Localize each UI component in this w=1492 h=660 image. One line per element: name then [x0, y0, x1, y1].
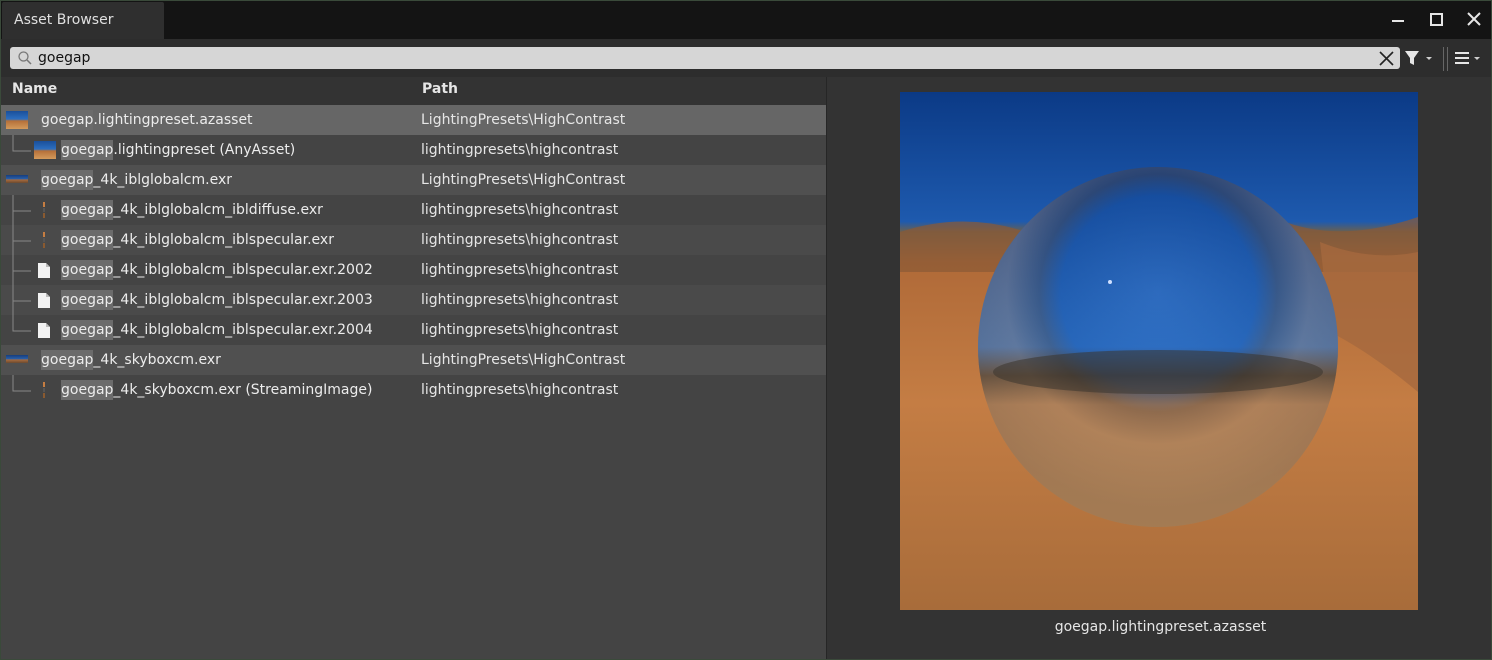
- list-item[interactable]: goegap_4k_iblglobalcm_iblspecular.exr.20…: [1, 315, 826, 345]
- toolbar-separator: [1447, 47, 1448, 71]
- name-column-header[interactable]: Name: [12, 81, 57, 97]
- item-path: lightingpresets\highcontrast: [421, 202, 619, 218]
- item-name: goegap_4k_iblglobalcm.exr: [41, 170, 232, 190]
- item-path: lightingpresets\highcontrast: [421, 382, 619, 398]
- image-thumbnail-icon: [34, 141, 56, 159]
- item-name: goegap_4k_iblglobalcm_iblspecular.exr.20…: [61, 260, 373, 280]
- path-column-header[interactable]: Path: [422, 81, 458, 97]
- item-name: goegap_4k_iblglobalcm_ibldiffuse.exr: [61, 200, 323, 220]
- file-icon: [38, 293, 50, 308]
- list-item[interactable]: goegap.lightingpreset.azasset LightingPr…: [1, 105, 826, 135]
- list-item[interactable]: goegap_4k_iblglobalcm_ibldiffuse.exr lig…: [1, 195, 826, 225]
- toolbar-separator: [1443, 47, 1444, 71]
- search-box[interactable]: [10, 47, 1400, 69]
- list-item[interactable]: goegap_4k_iblglobalcm_iblspecular.exr li…: [1, 225, 826, 255]
- preview-caption: goegap.lightingpreset.azasset: [1054, 619, 1267, 635]
- list-item[interactable]: goegap_4k_iblglobalcm_iblspecular.exr.20…: [1, 255, 826, 285]
- item-name: goegap_4k_skyboxcm.exr: [41, 350, 221, 370]
- asset-browser-tab[interactable]: Asset Browser: [2, 2, 164, 39]
- item-path: lightingpresets\highcontrast: [421, 142, 619, 158]
- search-input[interactable]: [38, 47, 1368, 69]
- search-icon: [18, 51, 32, 65]
- image-thumbnail-icon: [43, 382, 45, 398]
- maximize-icon: [1430, 13, 1443, 26]
- tree-branch: [12, 375, 31, 392]
- menu-icon[interactable]: [1453, 49, 1485, 67]
- close-button[interactable]: [1461, 7, 1487, 33]
- asset-browser-window: Asset Browser goegap Name Path goegap.li…: [0, 0, 1492, 660]
- image-thumbnail-icon: [6, 355, 28, 363]
- filter-icon[interactable]: [1403, 49, 1437, 67]
- close-icon: [1467, 12, 1481, 26]
- list-item[interactable]: goegap.lightingpreset (AnyAsset) lightin…: [1, 135, 826, 165]
- image-thumbnail-icon: [6, 175, 28, 183]
- tree-branch: [12, 315, 31, 332]
- item-name: goegap_4k_iblglobalcm_iblspecular.exr.20…: [61, 320, 373, 340]
- search-row: [1, 39, 1491, 77]
- item-path: lightingpresets\highcontrast: [421, 322, 619, 338]
- clear-icon[interactable]: [1378, 50, 1395, 67]
- file-icon: [38, 323, 50, 338]
- item-name: goegap_4k_iblglobalcm_iblspecular.exr.20…: [61, 290, 373, 310]
- item-path: LightingPresets\HighContrast: [421, 112, 626, 128]
- item-path: lightingpresets\highcontrast: [421, 232, 619, 248]
- title-bar: Asset Browser: [1, 1, 1491, 39]
- file-icon: [38, 263, 50, 278]
- item-name: goegap.lightingpreset.azasset: [41, 110, 253, 130]
- list-item[interactable]: goegap_4k_iblglobalcm.exr LightingPreset…: [1, 165, 826, 195]
- list-item[interactable]: goegap_4k_skyboxcm.exr LightingPresets\H…: [1, 345, 826, 375]
- minimize-icon: [1392, 20, 1404, 22]
- tree-branch: [12, 255, 31, 285]
- tree-branch: [12, 225, 31, 255]
- item-name: goegap_4k_skyboxcm.exr (StreamingImage): [61, 380, 373, 400]
- maximize-button[interactable]: [1423, 7, 1449, 33]
- list-item[interactable]: goegap_4k_skyboxcm.exr (StreamingImage) …: [1, 375, 826, 405]
- list-item[interactable]: goegap_4k_iblglobalcm_iblspecular.exr.20…: [1, 285, 826, 315]
- item-path: lightingpresets\highcontrast: [421, 292, 619, 308]
- asset-list-pane: Name Path goegap.lightingpreset.azasset …: [1, 77, 826, 659]
- preview-image: [900, 92, 1418, 610]
- column-header: Name Path: [1, 77, 826, 105]
- minimize-button[interactable]: [1385, 7, 1411, 33]
- tree-branch: [12, 285, 31, 315]
- preview-pane: goegap.lightingpreset.azasset: [826, 77, 1491, 659]
- item-name: goegap.lightingpreset (AnyAsset): [61, 140, 296, 160]
- item-path: LightingPresets\HighContrast: [421, 172, 626, 188]
- item-name: goegap_4k_iblglobalcm_iblspecular.exr: [61, 230, 334, 250]
- tree-branch: [12, 195, 31, 225]
- image-thumbnail-icon: [6, 111, 28, 129]
- chrome-sphere-image: [900, 92, 1418, 610]
- item-path: LightingPresets\HighContrast: [421, 352, 626, 368]
- image-thumbnail-icon: [43, 232, 45, 248]
- item-path: lightingpresets\highcontrast: [421, 262, 619, 278]
- image-thumbnail-icon: [43, 202, 45, 218]
